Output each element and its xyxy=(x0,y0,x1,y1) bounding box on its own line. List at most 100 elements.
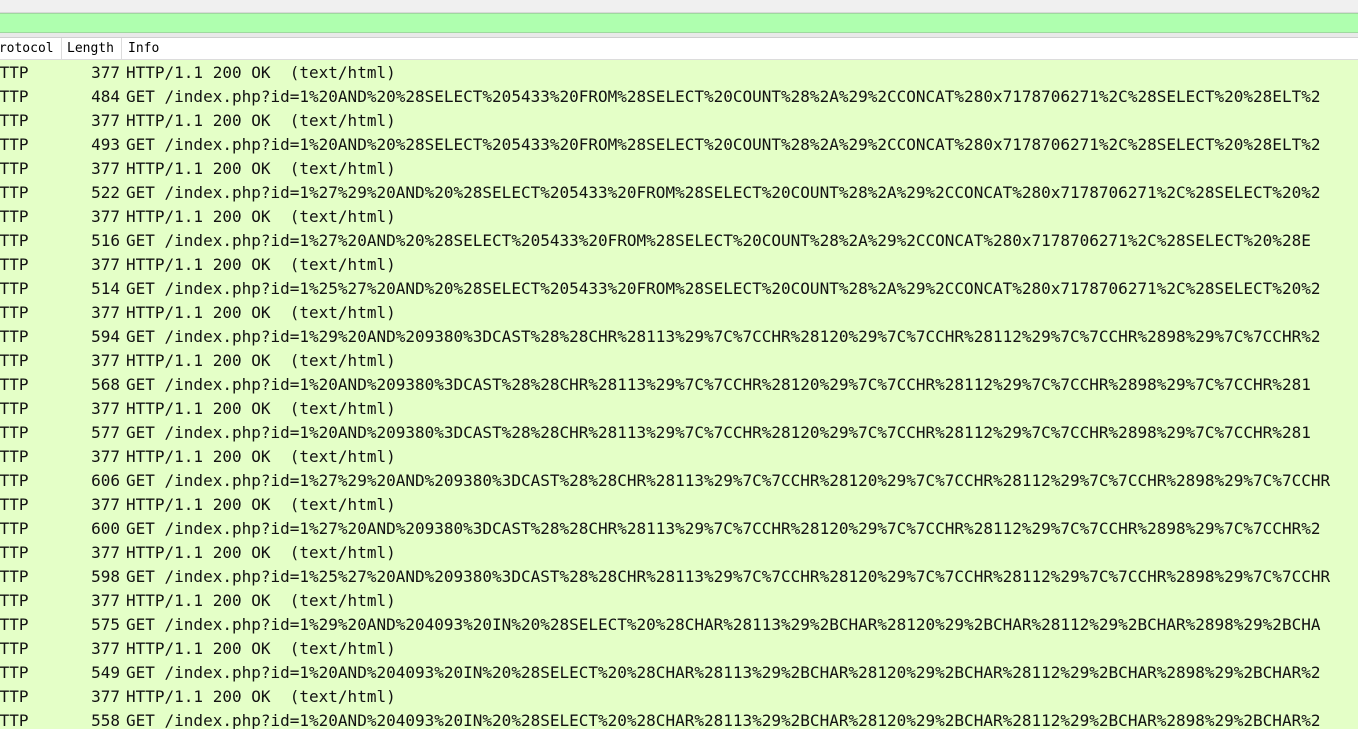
cell-info: HTTP/1.1 200 OK (text/html) xyxy=(126,63,396,82)
table-row[interactable]: HTTP 377 HTTP/1.1 200 OK (text/html) xyxy=(0,589,1358,613)
cell-protocol: HTTP xyxy=(0,495,29,514)
cell-info: GET /index.php?id=1%27%29%20AND%209380%3… xyxy=(126,471,1331,490)
packet-list-header: Protocol Length Info xyxy=(0,38,1358,60)
table-row[interactable]: HTTP 575 GET /index.php?id=1%29%20AND%2040… xyxy=(0,613,1358,637)
cell-protocol: HTTP xyxy=(0,207,29,226)
table-row[interactable]: HTTP 598 GET /index.php?id=1%25%27%20AND%2… xyxy=(0,565,1358,589)
table-row[interactable]: HTTP 606 GET /index.php?id=1%27%29%20AND%2… xyxy=(0,469,1358,493)
packet-list-window: Protocol Length Info HTTP 377 HTTP/1.1 200… xyxy=(0,0,1358,729)
cell-info: GET /index.php?id=1%25%27%20AND%20%28SEL… xyxy=(126,279,1321,298)
cell-protocol: HTTP xyxy=(0,399,29,418)
cell-info: HTTP/1.1 200 OK (text/html) xyxy=(126,687,396,706)
cell-protocol: HTTP xyxy=(0,63,29,82)
cell-length: 606 xyxy=(91,471,120,490)
cell-length: 377 xyxy=(91,159,120,178)
cell-info: HTTP/1.1 200 OK (text/html) xyxy=(126,303,396,322)
cell-length: 377 xyxy=(91,639,120,658)
cell-protocol: HTTP xyxy=(0,135,29,154)
cell-protocol: HTTP xyxy=(0,183,29,202)
table-row[interactable]: HTTP 522 GET /index.php?id=1%27%29%20AND%2… xyxy=(0,181,1358,205)
cell-info: HTTP/1.1 200 OK (text/html) xyxy=(126,639,396,658)
packet-list: HTTP 377 HTTP/1.1 200 OK (text/html) HTTP 48… xyxy=(0,60,1358,729)
cell-info: HTTP/1.1 200 OK (text/html) xyxy=(126,399,396,418)
table-row[interactable]: HTTP 549 GET /index.php?id=1%20AND%204093%… xyxy=(0,661,1358,685)
table-row[interactable]: HTTP 377 HTTP/1.1 200 OK (text/html) xyxy=(0,301,1358,325)
table-row[interactable]: HTTP 377 HTTP/1.1 200 OK (text/html) xyxy=(0,349,1358,373)
table-row[interactable]: HTTP 377 HTTP/1.1 200 OK (text/html) xyxy=(0,61,1358,85)
cell-length: 558 xyxy=(91,711,120,729)
cell-length: 377 xyxy=(91,399,120,418)
cell-info: GET /index.php?id=1%27%29%20AND%20%28SEL… xyxy=(126,183,1321,202)
cell-length: 377 xyxy=(91,495,120,514)
table-row[interactable]: HTTP 514 GET /index.php?id=1%25%27%20AND%2… xyxy=(0,277,1358,301)
cell-protocol: HTTP xyxy=(0,519,29,538)
cell-protocol: HTTP xyxy=(0,327,29,346)
cell-protocol: HTTP xyxy=(0,663,29,682)
table-row[interactable]: HTTP 377 HTTP/1.1 200 OK (text/html) xyxy=(0,109,1358,133)
cell-length: 522 xyxy=(91,183,120,202)
table-row[interactable]: HTTP 484 GET /index.php?id=1%20AND%20%28SE… xyxy=(0,85,1358,109)
cell-protocol: HTTP xyxy=(0,591,29,610)
cell-length: 577 xyxy=(91,423,120,442)
cell-info: GET /index.php?id=1%29%20AND%209380%3DCA… xyxy=(126,327,1321,346)
cell-protocol: HTTP xyxy=(0,231,29,250)
cell-protocol: HTTP xyxy=(0,687,29,706)
table-row[interactable]: HTTP 377 HTTP/1.1 200 OK (text/html) xyxy=(0,685,1358,709)
cell-protocol: HTTP xyxy=(0,351,29,370)
cell-info: HTTP/1.1 200 OK (text/html) xyxy=(126,447,396,466)
table-row[interactable]: HTTP 377 HTTP/1.1 200 OK (text/html) xyxy=(0,493,1358,517)
cell-protocol: HTTP xyxy=(0,711,29,729)
cell-protocol: HTTP xyxy=(0,543,29,562)
cell-info: HTTP/1.1 200 OK (text/html) xyxy=(126,207,396,226)
cell-length: 484 xyxy=(91,87,120,106)
cell-length: 594 xyxy=(91,327,120,346)
table-row[interactable]: HTTP 377 HTTP/1.1 200 OK (text/html) xyxy=(0,157,1358,181)
cell-length: 493 xyxy=(91,135,120,154)
cell-info: GET /index.php?id=1%20AND%20%28SELECT%20… xyxy=(126,87,1321,106)
cell-info: GET /index.php?id=1%29%20AND%204093%20IN… xyxy=(126,615,1321,634)
column-header-length[interactable]: Length xyxy=(62,38,122,59)
cell-info: HTTP/1.1 200 OK (text/html) xyxy=(126,543,396,562)
cell-info: GET /index.php?id=1%20AND%204093%20IN%20… xyxy=(126,711,1321,729)
cell-protocol: HTTP xyxy=(0,111,29,130)
table-row[interactable]: HTTP 377 HTTP/1.1 200 OK (text/html) xyxy=(0,205,1358,229)
table-row[interactable]: HTTP 377 HTTP/1.1 200 OK (text/html) xyxy=(0,397,1358,421)
cell-length: 600 xyxy=(91,519,120,538)
cell-length: 377 xyxy=(91,591,120,610)
cell-info: GET /index.php?id=1%20AND%204093%20IN%20… xyxy=(126,663,1321,682)
cell-info: HTTP/1.1 200 OK (text/html) xyxy=(126,111,396,130)
cell-protocol: HTTP xyxy=(0,471,29,490)
table-row[interactable]: HTTP 377 HTTP/1.1 200 OK (text/html) xyxy=(0,541,1358,565)
cell-length: 377 xyxy=(91,63,120,82)
cell-length: 377 xyxy=(91,303,120,322)
cell-info: HTTP/1.1 200 OK (text/html) xyxy=(126,255,396,274)
cell-info: HTTP/1.1 200 OK (text/html) xyxy=(126,351,396,370)
table-row[interactable]: HTTP 577 GET /index.php?id=1%20AND%209380%… xyxy=(0,421,1358,445)
table-row[interactable]: HTTP 568 GET /index.php?id=1%20AND%209380%… xyxy=(0,373,1358,397)
table-row[interactable]: HTTP 377 HTTP/1.1 200 OK (text/html) xyxy=(0,445,1358,469)
cell-protocol: HTTP xyxy=(0,615,29,634)
cell-protocol: HTTP xyxy=(0,303,29,322)
cell-length: 377 xyxy=(91,687,120,706)
cell-length: 377 xyxy=(91,207,120,226)
table-row[interactable]: HTTP 377 HTTP/1.1 200 OK (text/html) xyxy=(0,637,1358,661)
table-row[interactable]: HTTP 377 HTTP/1.1 200 OK (text/html) xyxy=(0,253,1358,277)
column-header-protocol[interactable]: Protocol xyxy=(0,38,62,59)
table-row[interactable]: HTTP 594 GET /index.php?id=1%29%20AND%2093… xyxy=(0,325,1358,349)
cell-length: 549 xyxy=(91,663,120,682)
table-row[interactable]: HTTP 600 GET /index.php?id=1%27%20AND%2093… xyxy=(0,517,1358,541)
cell-protocol: HTTP xyxy=(0,639,29,658)
cell-length: 516 xyxy=(91,231,120,250)
cell-info: HTTP/1.1 200 OK (text/html) xyxy=(126,591,396,610)
cell-info: GET /index.php?id=1%27%20AND%209380%3DCA… xyxy=(126,519,1321,538)
table-row[interactable]: HTTP 493 GET /index.php?id=1%20AND%20%28SE… xyxy=(0,133,1358,157)
cell-info: GET /index.php?id=1%20AND%20%28SELECT%20… xyxy=(126,135,1321,154)
table-row[interactable]: HTTP 558 GET /index.php?id=1%20AND%204093%… xyxy=(0,709,1358,729)
table-row[interactable]: HTTP 516 GET /index.php?id=1%27%20AND%20%2… xyxy=(0,229,1358,253)
cell-info: GET /index.php?id=1%27%20AND%20%28SELECT… xyxy=(126,231,1311,250)
column-header-info[interactable]: Info xyxy=(122,38,1358,59)
cell-protocol: HTTP xyxy=(0,255,29,274)
display-filter-bar[interactable] xyxy=(0,13,1358,33)
cell-length: 377 xyxy=(91,447,120,466)
cell-length: 514 xyxy=(91,279,120,298)
